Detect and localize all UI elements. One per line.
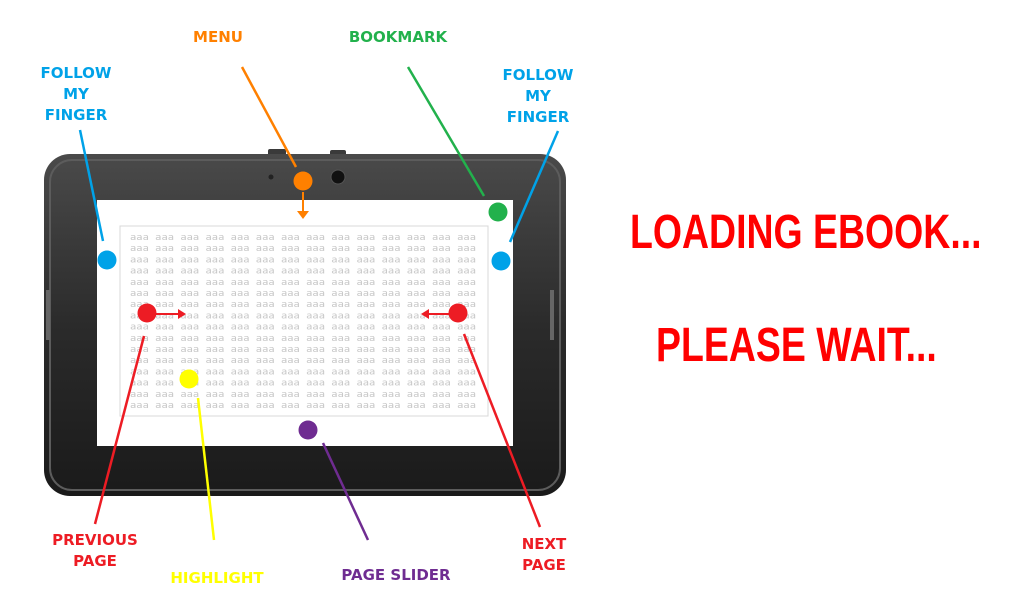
bookmark-marker[interactable] xyxy=(488,202,508,222)
page-text-line: aaa aaa aaa aaa aaa aaa aaa aaa aaa aaa … xyxy=(130,244,476,254)
please-wait-text: PLEASE WAIT... xyxy=(656,319,937,372)
next-page-marker[interactable] xyxy=(448,303,468,323)
page-text-line: aaa aaa aaa aaa aaa aaa aaa aaa aaa aaa … xyxy=(130,323,476,333)
loading-status-text: LOADING EBOOK... xyxy=(630,206,982,259)
page-text-line: aaa aaa aaa aaa aaa aaa aaa aaa aaa aaa … xyxy=(130,390,476,400)
page-text-line: aaa aaa aaa aaa aaa aaa aaa aaa aaa aaa … xyxy=(130,401,476,411)
page-text-line: aaa aaa aaa aaa aaa aaa aaa aaa aaa aaa … xyxy=(130,278,476,288)
page-text-line: aaa aaa aaa aaa aaa aaa aaa aaa aaa aaa … xyxy=(130,300,476,310)
highlight-marker[interactable] xyxy=(179,369,199,389)
previous-page-marker[interactable] xyxy=(137,303,157,323)
highlight-label: HIGHLIGHT xyxy=(170,569,264,587)
follow-right-label: FOLLOW MY FINGER xyxy=(502,66,574,126)
follow-right-marker[interactable] xyxy=(491,251,511,271)
menu-marker[interactable] xyxy=(293,171,313,191)
menu-label: MENU xyxy=(193,28,243,46)
follow-left-label: FOLLOW MY FINGER xyxy=(40,64,112,124)
page-text-line: aaa aaa aaa aaa aaa aaa aaa aaa aaa aaa … xyxy=(130,289,476,299)
page-slider-label: PAGE SLIDER xyxy=(341,566,451,584)
light-sensor xyxy=(268,174,274,180)
page-text-line: aaa aaa aaa aaa aaa aaa aaa aaa aaa aaa … xyxy=(130,334,476,344)
front-camera-icon xyxy=(330,169,346,185)
page-slider-marker[interactable] xyxy=(298,420,318,440)
page-text-line: aaa aaa aaa aaa aaa aaa aaa aaa aaa aaa … xyxy=(130,233,476,243)
previous-page-label: PREVIOUS PAGE xyxy=(52,531,138,570)
page-text-line: aaa aaa aaa aaa aaa aaa aaa aaa aaa aaa … xyxy=(130,255,476,265)
follow-left-marker[interactable] xyxy=(97,250,117,270)
next-page-label: NEXT PAGE xyxy=(521,535,567,574)
page-text-line: aaa aaa aaa aaa aaa aaa aaa aaa aaa aaa … xyxy=(130,267,476,277)
page-text-line: aaa aaa aaa aaa aaa aaa aaa aaa aaa aaa … xyxy=(130,356,476,366)
page-text-line: aaa aaa aaa aaa aaa aaa aaa aaa aaa aaa … xyxy=(130,345,476,355)
bookmark-label: BOOKMARK xyxy=(348,28,448,46)
